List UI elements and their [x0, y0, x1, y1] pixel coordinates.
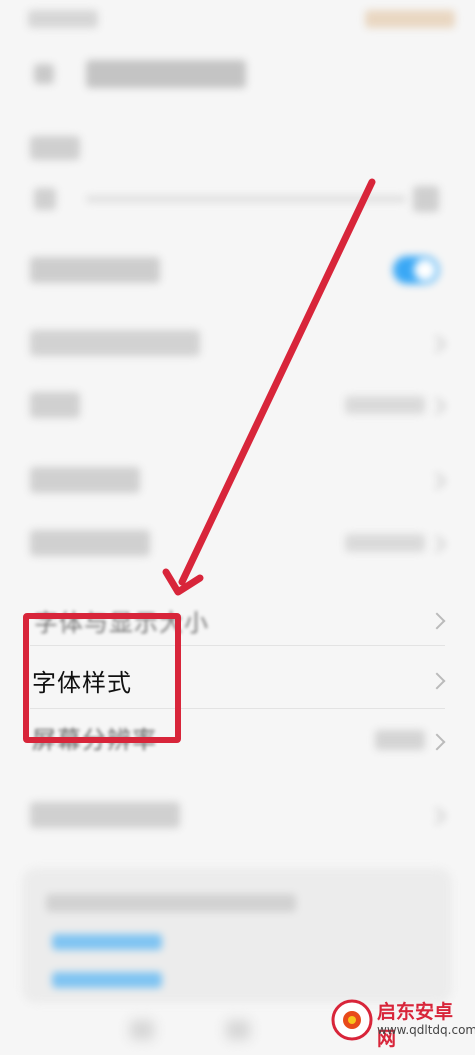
annotation-arrow	[162, 178, 376, 596]
watermark-logo-icon	[331, 999, 373, 1041]
watermark: 启东安卓网 www.qdltdq.com	[329, 995, 475, 1050]
annotation-highlight-box	[23, 613, 181, 743]
watermark-url: www.qdltdq.com	[377, 1023, 475, 1037]
annotation-arrow-shaft	[178, 178, 376, 586]
